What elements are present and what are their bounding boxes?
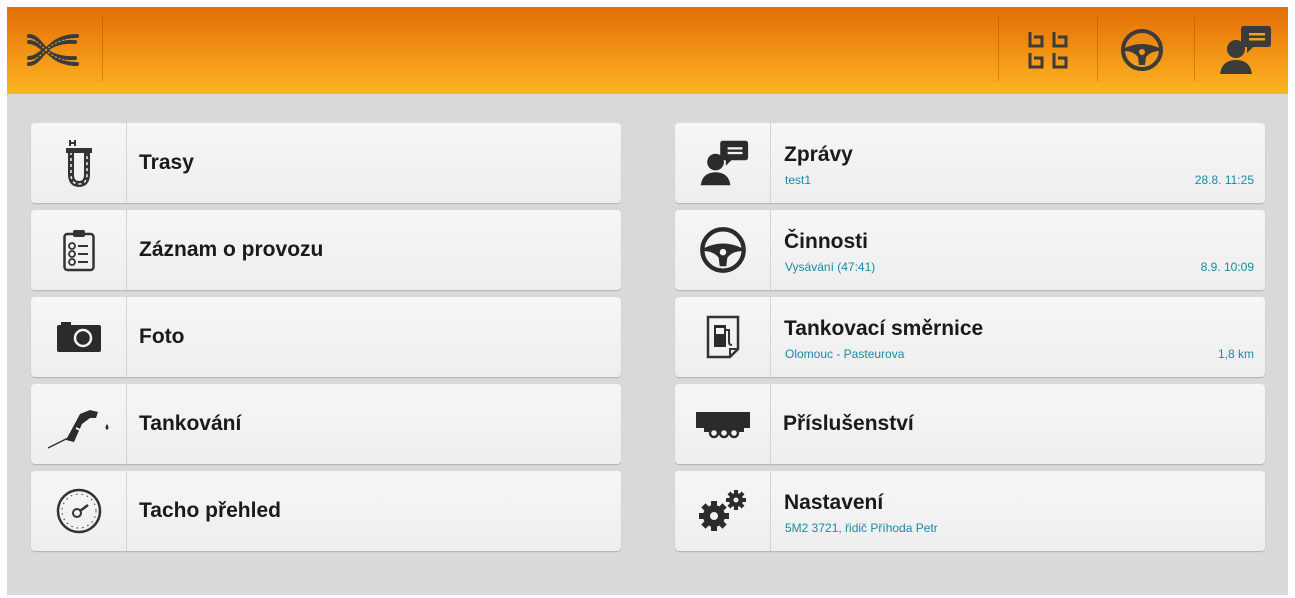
tile-tankovani[interactable]: Tankování [31,384,621,464]
tile-icon-cell [31,384,127,464]
tile-label: Tankovací směrnice [784,317,984,340]
tile-zpravy[interactable]: Zprávy test1 28.8. 11:25 [675,123,1265,203]
tile-icon-cell [675,384,771,464]
tile-timestamp: 28.8. 11:25 [1194,173,1254,187]
tile-nastaveni[interactable]: Nastavení 5M2 3721, řidič Příhoda Petr [675,471,1265,551]
app-window: Trasy Záznam o provozu Foto Tankování Ta… [7,7,1288,595]
tile-foto[interactable]: Foto [31,297,621,377]
fuel-nozzle-icon [47,410,108,449]
tile-icon-cell [31,210,127,290]
tile-tankovaci-smernice[interactable]: Tankovací směrnice Olomouc - Pasteurova … [675,297,1265,377]
tile-icon-cell [31,123,127,203]
steering-wheel-icon [699,227,746,273]
header-separator [102,17,103,81]
tile-cinnosti[interactable]: Činnosti Vysávání (47:41) 8.9. 10:09 [675,210,1265,290]
tile-label: Činnosti [784,230,868,253]
steering-wheel-icon[interactable] [1119,27,1165,73]
camera-icon [56,322,101,352]
checklist-icon [62,230,95,272]
tile-label: Tacho přehled [139,499,281,522]
tile-label: Záznam o provozu [139,238,324,261]
tile-icon-cell [31,471,127,551]
route-icon [65,140,92,188]
tachograph-icon [56,488,101,534]
tile-distance: 1,8 km [1217,347,1254,361]
tile-prislusenstvi[interactable]: Příslušenství [675,384,1265,464]
tile-zaznam-o-provozu[interactable]: Záznam o provozu [31,210,621,290]
tile-icon-cell [31,297,127,377]
tile-label: Nastavení [784,491,884,514]
fuel-station-doc-icon [706,315,739,359]
tile-label: Tankování [139,412,242,435]
tile-trasy[interactable]: Trasy [31,123,621,203]
crossed-roads-logo-icon[interactable] [25,32,81,68]
tile-label: Trasy [139,151,194,174]
tile-icon-cell [675,123,771,203]
gears-icon [698,490,746,531]
tile-icon-cell [675,471,771,551]
tile-label: Příslušenství [783,412,914,435]
tile-label: Zprávy [784,143,853,166]
trailer-icon [695,412,750,439]
header-separator [1194,17,1195,81]
tile-timestamp: 8.9. 10:09 [1200,260,1254,274]
grid-routes-icon[interactable] [1026,26,1072,72]
tile-icon-cell [675,210,771,290]
header-separator [998,17,999,81]
header-bar [7,7,1288,94]
tile-tacho-prehled[interactable]: Tacho přehled [31,471,621,551]
driver-messages-icon [700,140,748,186]
driver-messages-icon[interactable] [1216,22,1272,78]
tile-subtitle: Vysávání (47:41) [785,260,876,274]
header-separator [1097,17,1098,81]
tile-label: Foto [139,325,185,348]
tile-subtitle: 5M2 3721, řidič Příhoda Petr [785,521,938,535]
tile-subtitle: test1 [785,173,812,187]
tile-icon-cell [675,297,771,377]
tile-subtitle: Olomouc - Pasteurova [785,347,905,361]
